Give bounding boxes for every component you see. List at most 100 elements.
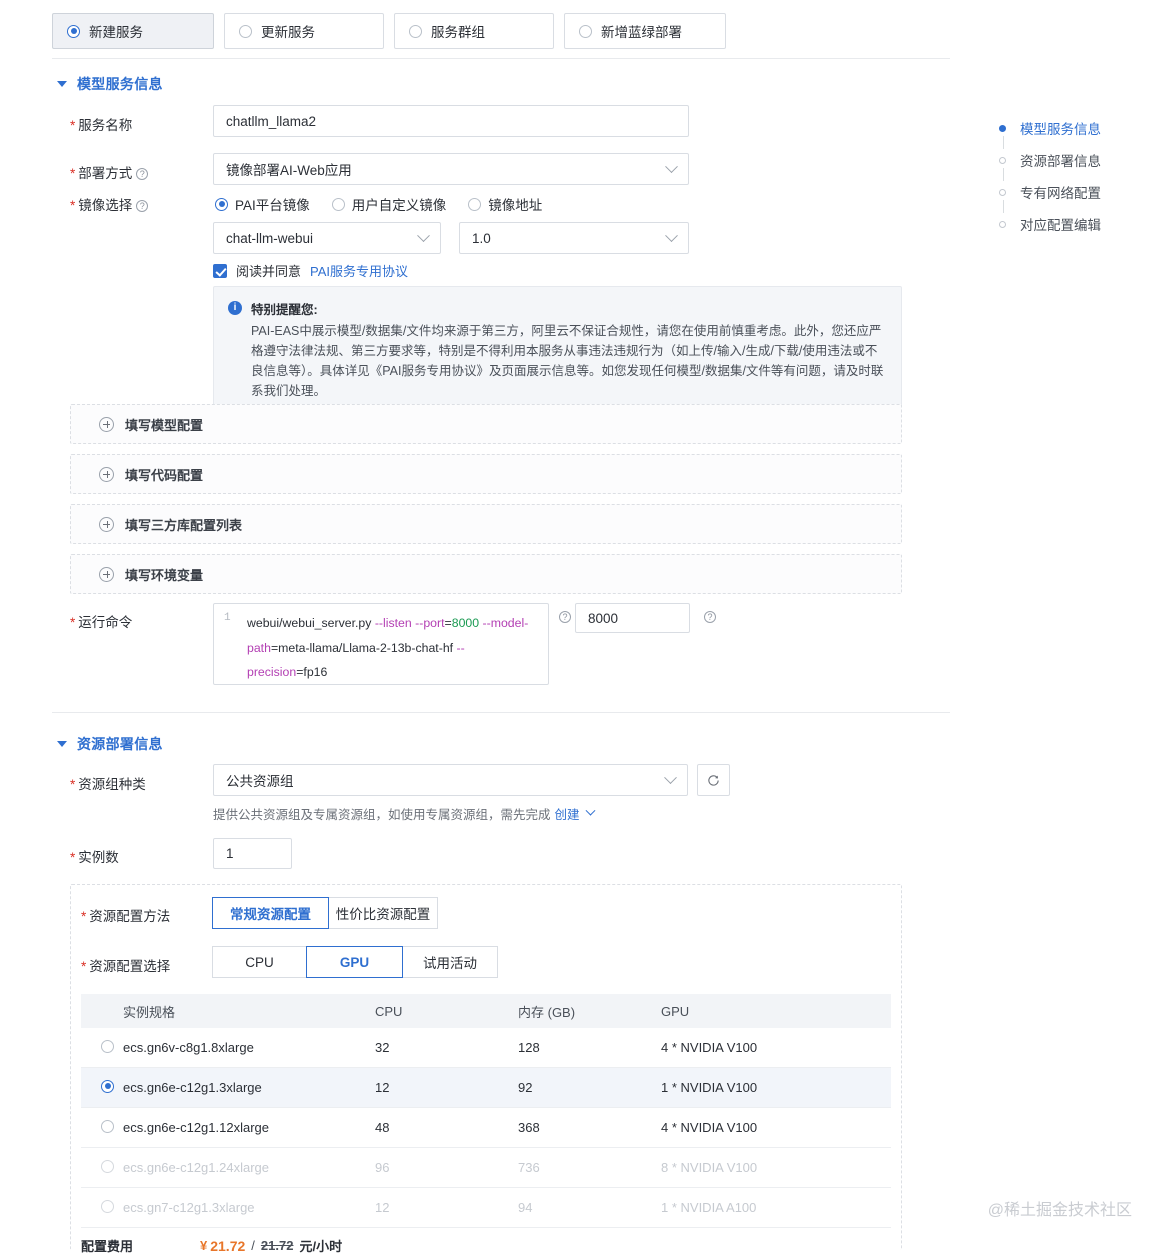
radio-icon[interactable] bbox=[101, 1119, 114, 1133]
cell-cpu: 12 bbox=[375, 1080, 390, 1095]
label-deploy-method: * 部署方式? bbox=[70, 162, 149, 182]
radio-icon[interactable] bbox=[67, 24, 80, 38]
port-input[interactable]: 8000 bbox=[575, 603, 690, 633]
service-name-value: chatllm_llama2 bbox=[226, 113, 317, 129]
label-config-choice: * 资源配置选择 bbox=[81, 959, 171, 974]
currency-symbol: ¥ bbox=[200, 1238, 208, 1253]
radio-icon[interactable] bbox=[331, 197, 345, 211]
radio-icon[interactable] bbox=[101, 1039, 114, 1053]
row-radio-cell[interactable] bbox=[101, 1119, 123, 1136]
add-code-config-row[interactable]: 填写代码配置 bbox=[70, 454, 902, 494]
caret-down-icon bbox=[57, 81, 67, 87]
tab-gpu[interactable]: GPU bbox=[306, 946, 403, 978]
nav-item-label: 模型服务信息 bbox=[1020, 122, 1101, 137]
tab-label: 试用活动 bbox=[423, 956, 477, 971]
required-mark: * bbox=[81, 909, 87, 924]
radio-icon[interactable] bbox=[468, 197, 482, 211]
cell-memory: 92 bbox=[518, 1080, 533, 1095]
agreement-checkbox-row[interactable]: 阅读并同意 PAI服务专用协议 bbox=[213, 261, 408, 280]
radio-icon bbox=[101, 1199, 114, 1213]
tab-cost-effective-config[interactable]: 性价比资源配置 bbox=[328, 897, 438, 929]
mode-option-update-service[interactable]: 更新服务 bbox=[224, 13, 384, 49]
label-resource-group: * 资源组种类 bbox=[70, 777, 146, 792]
row-radio-cell bbox=[101, 1159, 123, 1176]
tab-trial[interactable]: 试用活动 bbox=[402, 946, 498, 978]
label-config-method: * 资源配置方法 bbox=[81, 909, 171, 924]
required-mark: * bbox=[81, 959, 87, 974]
fee-price: 21.72 bbox=[210, 1237, 246, 1254]
help-icon[interactable]: ? bbox=[136, 200, 149, 212]
add-model-config-row[interactable]: 填写模型配置 bbox=[70, 404, 902, 444]
table-header-row: 实例规格 CPU 内存 (GB) GPU bbox=[81, 994, 891, 1028]
deploy-method-select[interactable]: 镜像部署AI-Web应用 bbox=[213, 153, 689, 185]
help-icon[interactable]: ? bbox=[704, 611, 716, 623]
cell-cpu: 32 bbox=[375, 1040, 390, 1055]
table-row[interactable]: ecs.gn6e-c12g1.3xlarge 12 92 1 * NVIDIA V10… bbox=[81, 1068, 891, 1108]
row-radio-cell bbox=[101, 1199, 123, 1216]
radio-icon[interactable] bbox=[215, 197, 228, 211]
chevron-down-icon[interactable] bbox=[585, 805, 595, 816]
nav-dot-icon bbox=[999, 220, 1006, 228]
add-row-label: 填写模型配置 bbox=[125, 417, 204, 433]
watermark: @稀土掘金技术社区 bbox=[987, 1202, 1132, 1219]
radio-icon bbox=[101, 1159, 114, 1173]
tab-normal-resource-config[interactable]: 常规资源配置 bbox=[212, 897, 329, 929]
nav-item-model-service[interactable]: 模型服务信息 bbox=[998, 112, 1148, 149]
service-name-input[interactable]: chatllm_llama2 bbox=[213, 105, 689, 137]
radio-icon[interactable] bbox=[239, 24, 252, 38]
image-name-select[interactable]: chat-llm-webui bbox=[213, 222, 441, 254]
tab-cpu[interactable]: CPU bbox=[212, 946, 307, 978]
cell-memory: 128 bbox=[518, 1040, 540, 1055]
image-choice-label: PAI平台镜像 bbox=[235, 198, 310, 213]
caret-down-icon bbox=[57, 741, 67, 747]
image-version-select[interactable]: 1.0 bbox=[459, 222, 689, 254]
radio-icon[interactable] bbox=[409, 24, 422, 38]
image-choice-option-custom[interactable]: 用户自定义镜像 bbox=[331, 194, 447, 214]
agreement-link[interactable]: PAI服务专用协议 bbox=[310, 261, 408, 280]
refresh-button[interactable] bbox=[697, 764, 730, 796]
mode-option-blue-green[interactable]: 新增蓝绿部署 bbox=[564, 13, 726, 49]
image-choice-option-pai[interactable]: PAI平台镜像 bbox=[215, 194, 310, 214]
nav-item-config-edit[interactable]: 对应配置编辑 bbox=[998, 208, 1148, 240]
resource-group-select[interactable]: 公共资源组 bbox=[213, 764, 688, 796]
add-env-variable-row[interactable]: 填写环境变量 bbox=[70, 554, 902, 594]
row-radio-cell[interactable] bbox=[101, 1079, 123, 1096]
table-row[interactable]: ecs.gn6e-c12g1.12xlarge 48 368 4 * NVIDIA V… bbox=[81, 1108, 891, 1148]
help-icon[interactable]: ? bbox=[559, 611, 571, 623]
mode-option-new-service[interactable]: 新建服务 bbox=[52, 13, 214, 49]
plus-icon bbox=[99, 416, 114, 432]
cell-instance-spec: ecs.gn6e-c12g1.12xlarge bbox=[123, 1120, 269, 1135]
nav-item-vpc-config[interactable]: 专有网络配置 bbox=[998, 176, 1148, 213]
checkbox-icon[interactable] bbox=[213, 263, 227, 278]
add-thirdparty-lib-row[interactable]: 填写三方库配置列表 bbox=[70, 504, 902, 544]
table-row[interactable]: ecs.gn6v-c8g1.8xlarge 32 128 4 * NVIDIA V10… bbox=[81, 1028, 891, 1068]
instance-count-value: 1 bbox=[226, 846, 234, 861]
image-choice-option-address[interactable]: 镜像地址 bbox=[468, 194, 542, 214]
command-token: --listen bbox=[374, 616, 416, 630]
command-token: =meta-llama/Llama-2-13b-chat-hf bbox=[270, 640, 457, 655]
radio-icon[interactable] bbox=[579, 24, 592, 38]
section-header-model-service[interactable]: 模型服务信息 bbox=[57, 74, 163, 94]
cell-instance-spec: ecs.gn6e-c12g1.3xlarge bbox=[123, 1080, 262, 1095]
run-command-editor[interactable]: 1 webui/webui_server.py --listen --port=… bbox=[213, 603, 549, 685]
command-token: webui/webui_server.py bbox=[247, 616, 375, 630]
tab-label: 常规资源配置 bbox=[230, 907, 311, 922]
row-radio-cell[interactable] bbox=[101, 1039, 123, 1056]
required-mark: * bbox=[70, 615, 76, 630]
image-choice-label: 用户自定义镜像 bbox=[351, 198, 447, 213]
section-header-resource-deploy[interactable]: 资源部署信息 bbox=[57, 734, 163, 754]
cell-memory: 736 bbox=[518, 1160, 540, 1175]
info-icon: i bbox=[228, 301, 242, 315]
nav-item-resource-deploy[interactable]: 资源部署信息 bbox=[998, 144, 1148, 181]
mode-option-label: 新增蓝绿部署 bbox=[601, 25, 682, 40]
run-command-value: webui/webui_server.py --listen --port=80… bbox=[247, 611, 540, 684]
chevron-down-icon bbox=[665, 228, 678, 242]
help-icon[interactable]: ? bbox=[136, 168, 149, 180]
instance-count-input[interactable]: 1 bbox=[213, 838, 292, 869]
table-body: ecs.gn6v-c8g1.8xlarge 32 128 4 * NVIDIA V10… bbox=[81, 1028, 891, 1228]
nav-dot-icon bbox=[999, 156, 1006, 164]
mode-option-label: 更新服务 bbox=[261, 25, 315, 40]
create-link[interactable]: 创建 bbox=[555, 804, 580, 823]
mode-option-service-group[interactable]: 服务群组 bbox=[394, 13, 554, 49]
radio-icon[interactable] bbox=[101, 1079, 114, 1093]
